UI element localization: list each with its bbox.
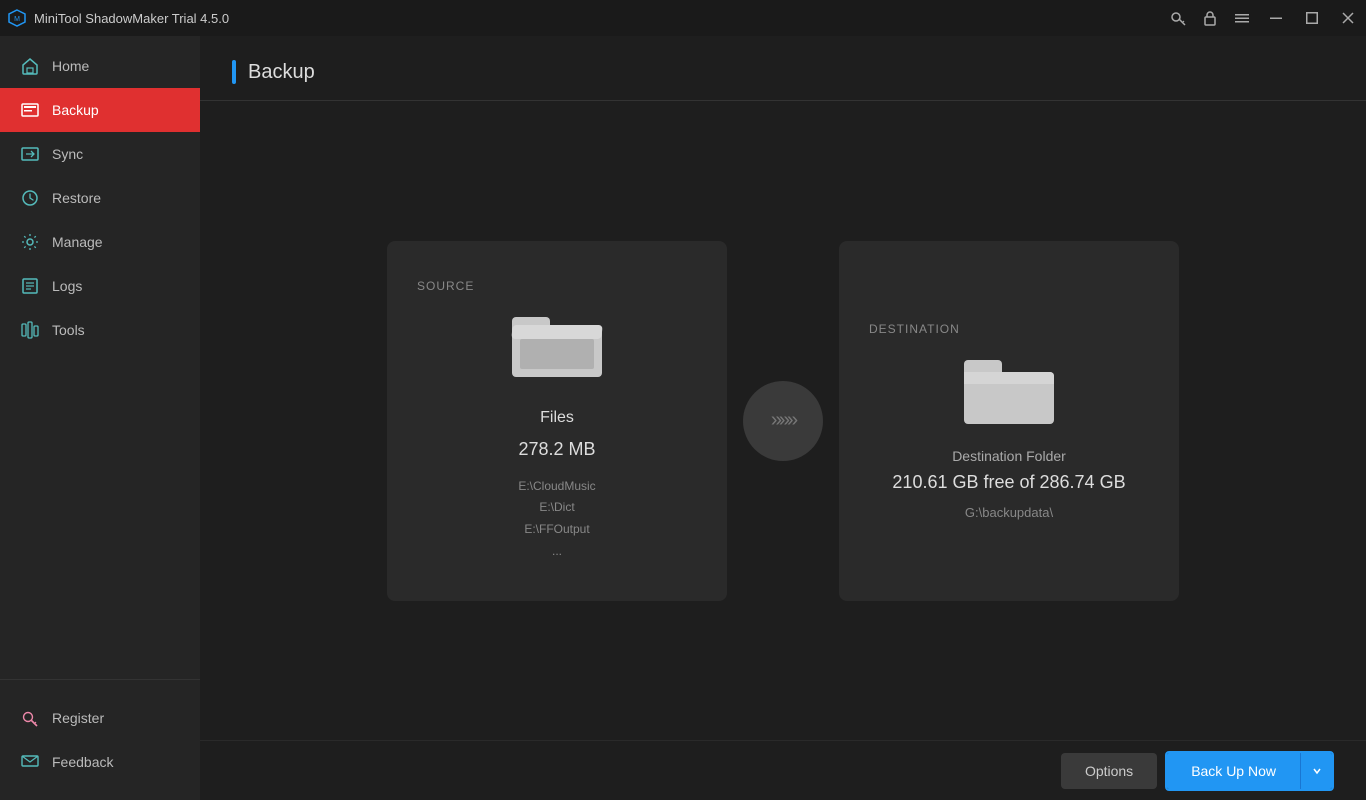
title-bar: M MiniTool ShadowMaker Trial 4.5.0 <box>0 0 1366 36</box>
sidebar-item-backup[interactable]: Backup <box>0 88 200 132</box>
sidebar-label-sync: Sync <box>52 146 83 162</box>
sidebar-item-sync[interactable]: Sync <box>0 132 200 176</box>
backup-icon <box>20 100 40 120</box>
sidebar: Home Backup <box>0 36 200 800</box>
destination-label: DESTINATION <box>869 322 960 336</box>
sidebar-label-feedback: Feedback <box>52 754 113 770</box>
bottom-bar: Options Back Up Now <box>200 740 1366 800</box>
source-folder-icon <box>512 317 602 389</box>
sidebar-item-restore[interactable]: Restore <box>0 176 200 220</box>
close-button[interactable] <box>1338 8 1358 28</box>
options-button[interactable]: Options <box>1061 753 1157 789</box>
maximize-button[interactable] <box>1302 8 1322 28</box>
sidebar-item-feedback[interactable]: Feedback <box>0 740 200 784</box>
restore-icon <box>20 188 40 208</box>
content-area: Backup SOURCE Files 278.2 MB E:\CloudMus… <box>200 36 1366 800</box>
sidebar-item-tools[interactable]: Tools <box>0 308 200 352</box>
page-header: Backup <box>200 36 1366 101</box>
backup-area: SOURCE Files 278.2 MB E:\CloudMusic E:\D… <box>200 101 1366 740</box>
lock-icon[interactable] <box>1202 10 1218 26</box>
svg-text:M: M <box>14 16 20 23</box>
sidebar-item-register[interactable]: Register <box>0 696 200 740</box>
app-title: MiniTool ShadowMaker Trial 4.5.0 <box>34 11 229 26</box>
sidebar-item-home[interactable]: Home <box>0 44 200 88</box>
key-icon[interactable] <box>1170 10 1186 26</box>
sidebar-item-manage[interactable]: Manage <box>0 220 200 264</box>
sidebar-label-home: Home <box>52 58 89 74</box>
page-title: Backup <box>248 61 315 84</box>
source-paths: E:\CloudMusic E:\Dict E:\FFOutput ... <box>518 476 595 562</box>
source-card[interactable]: SOURCE Files 278.2 MB E:\CloudMusic E:\D… <box>387 241 727 601</box>
destination-folder-icon <box>964 360 1054 428</box>
backup-now-dropdown-button[interactable] <box>1300 753 1332 789</box>
source-size: 278.2 MB <box>518 439 595 460</box>
app-logo: M <box>8 9 26 27</box>
register-icon <box>20 708 40 728</box>
home-icon <box>20 56 40 76</box>
source-label: SOURCE <box>417 279 474 293</box>
sync-icon <box>20 144 40 164</box>
source-name: Files <box>540 409 574 427</box>
sidebar-label-tools: Tools <box>52 322 85 338</box>
sidebar-label-logs: Logs <box>52 278 82 294</box>
manage-icon <box>20 232 40 252</box>
sidebar-label-restore: Restore <box>52 190 101 206</box>
destination-card[interactable]: DESTINATION Destination Folder 210.61 GB… <box>839 241 1179 601</box>
destination-name: Destination Folder <box>952 448 1066 464</box>
backup-now-group: Back Up Now <box>1165 751 1334 791</box>
minimize-button[interactable] <box>1266 8 1286 28</box>
destination-path: G:\backupdata\ <box>965 505 1053 520</box>
backup-now-button[interactable]: Back Up Now <box>1167 753 1300 789</box>
arrow-indicator: »»» <box>743 381 823 461</box>
sidebar-label-register: Register <box>52 710 104 726</box>
sidebar-item-logs[interactable]: Logs <box>0 264 200 308</box>
destination-free-space: 210.61 GB free of 286.74 GB <box>892 472 1125 493</box>
header-accent <box>232 60 236 84</box>
sidebar-label-backup: Backup <box>52 102 99 118</box>
tools-icon <box>20 320 40 340</box>
sidebar-label-manage: Manage <box>52 234 103 250</box>
menu-icon[interactable] <box>1234 10 1250 26</box>
logs-icon <box>20 276 40 296</box>
feedback-icon <box>20 752 40 772</box>
